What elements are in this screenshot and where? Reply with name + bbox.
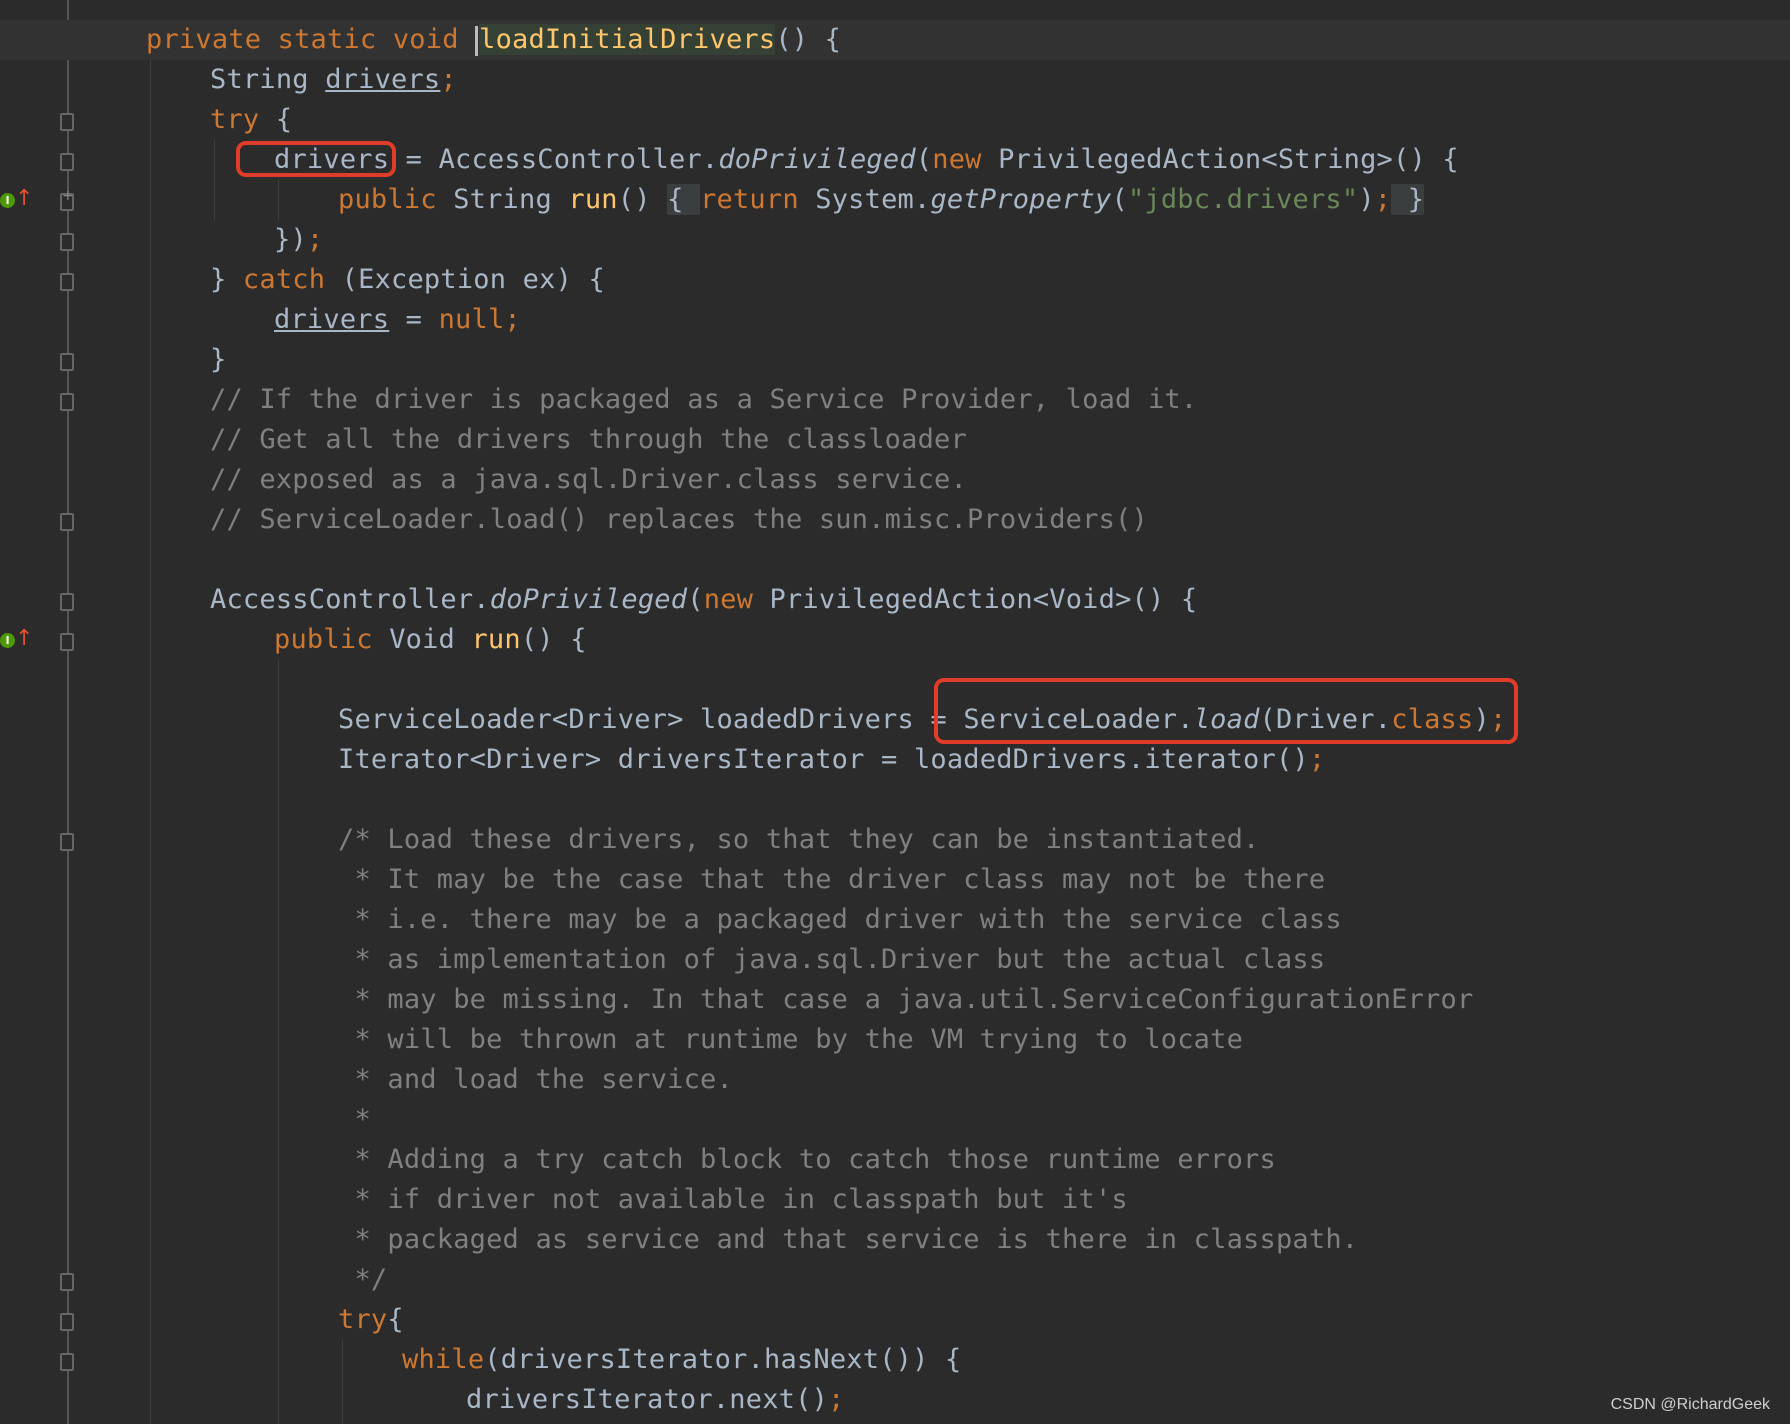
code-line[interactable]: String drivers; (210, 60, 457, 100)
code-line[interactable]: try { (210, 100, 292, 140)
comment-line[interactable]: * (338, 1100, 371, 1140)
comment-line[interactable]: * Adding a try catch block to catch thos… (338, 1140, 1276, 1180)
code-line[interactable]: private static void loadInitialDrivers()… (0, 20, 1790, 60)
code-editor[interactable]: I↑ I↑ private static void loadInitialDri… (0, 0, 1790, 1424)
text-cursor (475, 25, 479, 56)
comment-line[interactable]: */ (338, 1260, 387, 1300)
code-line[interactable]: drivers = null; (274, 300, 521, 340)
code-line[interactable]: driversIterator.next(); (466, 1380, 845, 1420)
comment-line[interactable]: * if driver not available in classpath b… (338, 1180, 1128, 1220)
comment-line[interactable]: * will be thrown at runtime by the VM tr… (338, 1020, 1243, 1060)
comment-line[interactable]: // Get all the drivers through the class… (210, 420, 967, 460)
code-line[interactable]: Iterator<Driver> driversIterator = loade… (338, 740, 1325, 780)
comment-line[interactable]: /* Load these drivers, so that they can … (338, 820, 1260, 860)
collapsed-block[interactable]: } (1391, 184, 1425, 215)
comment-line[interactable]: // If the driver is packaged as a Servic… (210, 380, 1197, 420)
comment-line[interactable]: * It may be the case that the driver cla… (338, 860, 1325, 900)
comment-line[interactable]: // ServiceLoader.load() replaces the sun… (210, 500, 1148, 540)
code-line[interactable]: } (210, 340, 226, 380)
comment-line[interactable]: * may be missing. In that case a java.ut… (338, 980, 1473, 1020)
comment-line[interactable]: // exposed as a java.sql.Driver.class se… (210, 460, 967, 500)
code-line[interactable]: } catch (Exception ex) { (210, 260, 605, 300)
code-line[interactable]: public Void run() { (274, 620, 587, 660)
code-area[interactable]: private static void loadInitialDrivers()… (0, 0, 1790, 1424)
comment-line[interactable]: * as implementation of java.sql.Driver b… (338, 940, 1325, 980)
collapsed-block[interactable]: { (667, 184, 701, 215)
comment-line[interactable]: * and load the service. (338, 1060, 733, 1100)
annotation-box-drivers (236, 141, 396, 177)
watermark: CSDN @RichardGeek (1610, 1396, 1770, 1413)
code-line[interactable]: drivers = AccessController.doPrivileged(… (274, 140, 1459, 180)
code-line[interactable]: try{ (338, 1300, 404, 1340)
comment-line[interactable]: * packaged as service and that service i… (338, 1220, 1358, 1260)
code-line[interactable]: }); (274, 220, 323, 260)
comment-line[interactable]: * i.e. there may be a packaged driver wi… (338, 900, 1342, 940)
code-line[interactable]: while(driversIterator.hasNext()) { (402, 1340, 962, 1380)
code-line[interactable]: AccessController.doPrivileged(new Privil… (210, 580, 1197, 620)
code-line[interactable]: public String run() { return System.getP… (338, 180, 1425, 220)
annotation-box-serviceloader (934, 678, 1518, 744)
